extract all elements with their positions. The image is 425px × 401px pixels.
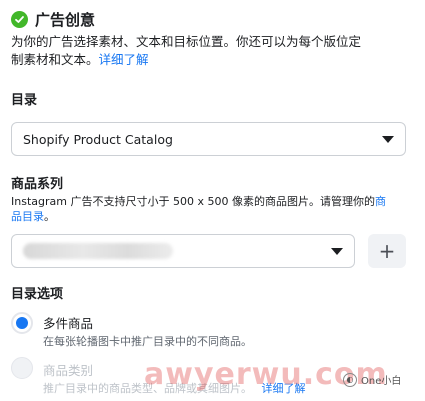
radio-multiple-products[interactable]	[11, 312, 33, 334]
product-set-select[interactable]	[11, 234, 355, 268]
option-desc-multiple-products: 在每张轮播图卡中推广目录中的不同商品。	[43, 335, 252, 348]
product-set-label: 商品系列	[11, 177, 64, 192]
wechat-icon: ◐	[343, 372, 357, 387]
blurred-value	[23, 243, 173, 259]
check-circle-icon	[11, 11, 28, 28]
catalog-select[interactable]: Shopify Product Catalog	[11, 122, 406, 156]
section-title: 广告创意	[35, 11, 96, 29]
learn-more-link[interactable]: 详细了解	[99, 52, 149, 67]
section-header: 广告创意	[11, 9, 95, 30]
radio-product-category[interactable]	[11, 357, 33, 379]
manage-catalog-link-part1[interactable]: 商	[375, 195, 386, 208]
catalog-label: 目录	[11, 93, 38, 108]
product-set-note: Instagram 广告不支持尺寸小于 500 x 500 像素的商品图片。请管…	[11, 195, 386, 223]
watermark-badge: ◐ One小白	[343, 372, 401, 387]
catalog-options-label: 目录选项	[11, 287, 64, 302]
add-product-set-button[interactable]: +	[368, 234, 406, 268]
manage-catalog-link-part2[interactable]: 品目录	[11, 210, 44, 223]
option-title-multiple-products: 多件商品	[43, 316, 94, 331]
catalog-select-value: Shopify Product Catalog	[23, 131, 173, 147]
option-title-product-category: 商品类别	[43, 363, 94, 378]
radio-selected-dot	[16, 317, 28, 329]
section-description: 为你的广告选择素材、文本和目标位置。你还可以为每个版位定 制素材和文本。详细了解	[11, 34, 362, 67]
caret-down-icon	[382, 136, 394, 143]
caret-down-icon	[331, 248, 343, 255]
